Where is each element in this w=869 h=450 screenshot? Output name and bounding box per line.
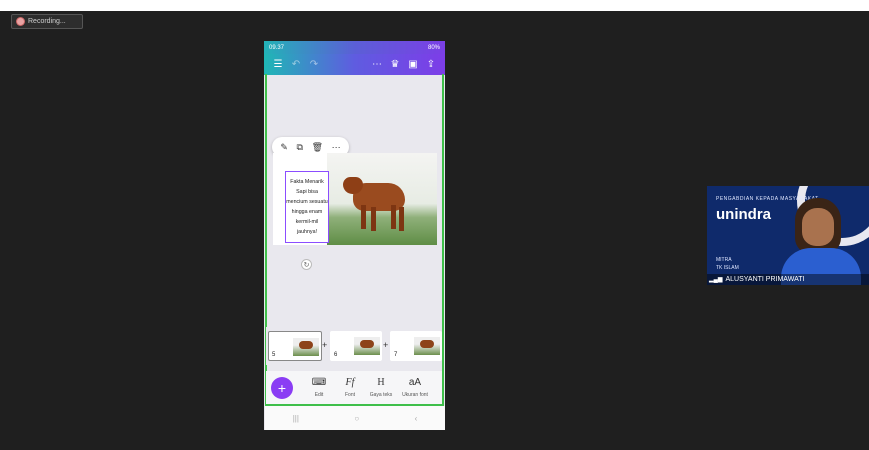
add-page-icon[interactable]: + xyxy=(322,340,327,350)
thumbnail-number: 7 xyxy=(394,352,398,358)
slide-text: Fakta Menarik Sapi bisa mencium sesuatu … xyxy=(286,179,328,235)
recent-apps-icon[interactable]: ||| xyxy=(293,414,299,423)
font-icon: Ff xyxy=(345,377,355,388)
add-page-icon[interactable]: + xyxy=(383,340,388,350)
status-bar: 09.37 80% xyxy=(264,41,445,54)
back-icon[interactable]: ‹ xyxy=(415,414,418,423)
thumbnail-number: 5 xyxy=(272,352,276,358)
tool-edit[interactable]: ⌨ Edit xyxy=(304,376,334,398)
participant-nameplate: ▂▄▆ ALUSYANTI PRIMAWATI xyxy=(707,274,869,285)
page-thumbnails: 5 + 6 + 7 xyxy=(266,327,442,365)
recording-label: Recording... xyxy=(28,18,66,25)
rotate-handle-icon[interactable]: ↻ xyxy=(301,259,312,270)
tool-font-size[interactable]: aA Ukuran font xyxy=(400,376,430,398)
duplicate-icon[interactable]: ⧉ xyxy=(297,142,303,153)
participant-name: ALUSYANTI PRIMAWATI xyxy=(725,276,805,283)
undo-icon[interactable]: ↶ xyxy=(287,59,305,70)
more-icon[interactable]: ⋯ xyxy=(368,59,386,70)
add-button[interactable]: + xyxy=(271,377,293,399)
keyboard-icon: ⌨ xyxy=(311,377,327,388)
crown-icon[interactable]: ♛ xyxy=(386,59,404,70)
menu-icon[interactable]: ☰ xyxy=(269,59,287,70)
thumbnail-number: 6 xyxy=(334,352,338,358)
android-nav-bar: ||| ○ ‹ xyxy=(265,406,445,430)
participant-video[interactable]: PENGABDIAN KEPADA MASYARAKAT unindra MIT… xyxy=(707,186,869,285)
editor-toolbar: ☰ ↶ ↷ ⋯ ♛ ▣ ⇪ xyxy=(264,54,445,75)
font-size-icon: aA xyxy=(408,377,422,388)
brand-logo: unindra xyxy=(716,206,771,223)
magic-icon[interactable]: ✎ xyxy=(280,142,288,153)
cow-photo[interactable] xyxy=(327,153,437,245)
redo-icon[interactable]: ↷ xyxy=(305,59,323,70)
slide-text-box[interactable]: Fakta Menarik Sapi bisa mencium sesuatu … xyxy=(285,171,329,243)
recording-indicator[interactable]: Recording... xyxy=(11,14,83,29)
record-icon xyxy=(17,18,24,25)
more-icon[interactable]: ⋯ xyxy=(332,142,341,153)
tool-text-style[interactable]: H Gaya teks xyxy=(366,376,396,398)
status-time: 09.37 xyxy=(269,44,285,51)
meeting-window: Recording... 09.37 80% ☰ ↶ ↷ ⋯ ♛ ▣ ⇪ ✎ ⧉… xyxy=(0,0,869,450)
participant-face xyxy=(802,208,834,246)
thumbnail-page[interactable] xyxy=(330,331,382,361)
mitra-label: MITRA xyxy=(716,257,732,263)
mitra-name: TK ISLAM xyxy=(716,265,739,271)
status-battery: 80% xyxy=(427,44,440,51)
heading-icon: H xyxy=(377,377,385,388)
present-icon[interactable]: ▣ xyxy=(404,59,422,70)
tool-font[interactable]: Ff Font xyxy=(335,376,365,398)
share-icon[interactable]: ⇪ xyxy=(422,59,440,70)
home-icon[interactable]: ○ xyxy=(354,414,359,423)
thumbnail-page[interactable] xyxy=(390,331,442,361)
trash-icon[interactable]: 🗑 xyxy=(312,142,323,153)
signal-icon: ▂▄▆ xyxy=(709,277,723,283)
thumbnail-page[interactable] xyxy=(268,331,322,361)
top-strip xyxy=(0,0,869,11)
